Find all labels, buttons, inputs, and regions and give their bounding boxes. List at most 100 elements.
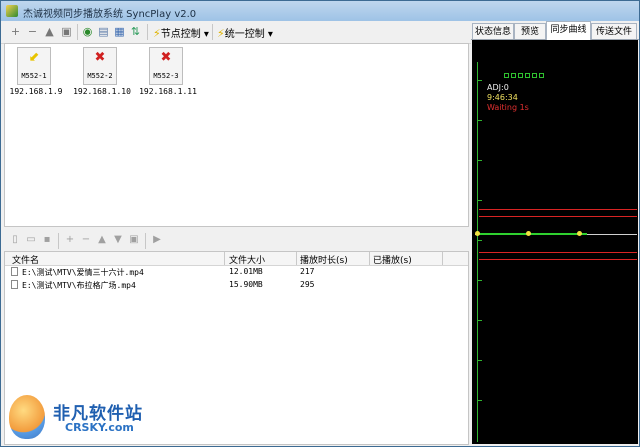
status-readout: Waiting 1s xyxy=(487,103,529,112)
save-icon[interactable]: ▪ xyxy=(41,234,53,246)
node-item[interactable]: ✖ M552-2 192.168.1.10 xyxy=(67,47,137,97)
toolbar-separator xyxy=(77,24,78,40)
status-led-icon xyxy=(525,73,530,78)
time-readout: 9:46:34 xyxy=(487,93,518,102)
node-name: M552-3 xyxy=(153,72,179,80)
lightning-icon: ⚡ xyxy=(217,27,225,40)
adj-readout: ADJ:0 xyxy=(487,83,509,92)
tab-preview[interactable]: 预览 xyxy=(514,23,546,39)
lower-limit-line xyxy=(479,252,637,253)
sync-curve-line xyxy=(479,233,587,235)
column-header-played[interactable]: 已播放(s) xyxy=(373,253,412,266)
sync-point xyxy=(526,231,531,236)
play-arrow-icon: ⬋ xyxy=(28,50,40,65)
file-duration: 217 xyxy=(300,267,315,276)
table-header: 文件名 文件大小 播放时长(s) 已播放(s) xyxy=(5,252,468,266)
axis-tick xyxy=(477,360,482,361)
status-led-icon xyxy=(511,73,516,78)
document-icon xyxy=(11,267,18,276)
node-info-icon[interactable]: ▤ xyxy=(97,25,110,38)
toolbar-separator xyxy=(212,24,213,40)
file-size: 15.90MB xyxy=(229,280,263,289)
app-icon xyxy=(6,5,18,17)
move-down-icon[interactable]: ▼ xyxy=(112,234,124,246)
tab-sync-curve[interactable]: 同步曲线 xyxy=(546,21,591,40)
main-toolbar: + − ▲ ▣ ◉ ▤ ▦ ⇅ ⚡节点控制 ▾ ⚡统一控制 ▾ xyxy=(1,21,471,44)
toolbar-separator xyxy=(147,24,148,40)
column-divider[interactable] xyxy=(296,252,297,265)
file-name: E:\测试\MTV\布拉格广场.mp4 xyxy=(22,281,136,290)
column-header-size[interactable]: 文件大小 xyxy=(229,253,265,266)
status-led-icon xyxy=(504,73,509,78)
tab-status-info[interactable]: 状态信息 xyxy=(472,23,514,39)
sync-point xyxy=(475,231,480,236)
file-size: 12.01MB xyxy=(229,267,263,276)
remove-icon[interactable]: − xyxy=(26,25,39,38)
add-file-icon[interactable]: + xyxy=(64,234,76,246)
unified-control-menu[interactable]: ⚡统一控制 ▾ xyxy=(217,25,273,40)
table-row[interactable]: E:\测试\MTV\布拉格广场.mp4 15.90MB 295 xyxy=(5,279,468,291)
right-panel: 状态信息 预览 同步曲线 传送文件 ADJ:0 9:46:34 Waiting … xyxy=(471,21,639,446)
upper-limit-line xyxy=(479,216,637,217)
status-led-icon xyxy=(518,73,523,78)
tab-bar: 状态信息 预览 同步曲线 传送文件 xyxy=(471,21,639,40)
axis-tick xyxy=(477,280,482,281)
column-header-filename[interactable]: 文件名 xyxy=(12,253,39,266)
node-name: M552-2 xyxy=(87,72,113,80)
app-window: 杰诚视频同步播放系统 SyncPlay v2.0 + − ▲ ▣ ◉ ▤ ▦ ⇅… xyxy=(0,0,640,447)
toolbar-separator xyxy=(58,233,59,249)
column-divider[interactable] xyxy=(224,252,225,265)
move-up-icon[interactable]: ▲ xyxy=(96,234,108,246)
monitor-icon[interactable]: ▦ xyxy=(113,25,126,38)
node-item[interactable]: ⬋ M552-1 192.168.1.9 xyxy=(1,47,71,97)
node-device-icon: ⬋ M552-1 xyxy=(17,47,51,85)
play-icon[interactable]: ▶ xyxy=(151,234,163,246)
error-x-icon: ✖ xyxy=(160,50,172,65)
crsky-logo-icon xyxy=(9,395,45,439)
column-divider[interactable] xyxy=(369,252,370,265)
node-device-icon: ✖ M552-3 xyxy=(149,47,183,85)
column-header-duration[interactable]: 播放时长(s) xyxy=(300,253,348,266)
node-ip: 192.168.1.9 xyxy=(9,87,63,96)
lower-limit-line xyxy=(479,259,637,260)
axis-tick xyxy=(477,80,482,81)
node-control-menu[interactable]: ⚡节点控制 ▾ xyxy=(153,25,209,40)
lightning-icon: ⚡ xyxy=(153,27,161,40)
new-file-icon[interactable]: ▯ xyxy=(9,234,21,246)
add-icon[interactable]: + xyxy=(9,25,22,38)
status-led-icon xyxy=(532,73,537,78)
axis-tick xyxy=(477,200,482,201)
file-settings-icon[interactable]: ▣ xyxy=(128,234,140,246)
title-bar: 杰诚视频同步播放系统 SyncPlay v2.0 xyxy=(1,1,639,21)
window-title: 杰诚视频同步播放系统 SyncPlay v2.0 xyxy=(23,9,197,20)
node-item[interactable]: ✖ M552-3 192.168.1.11 xyxy=(133,47,203,97)
axis-tick xyxy=(477,320,482,321)
settings-box-icon[interactable]: ▣ xyxy=(60,25,73,38)
watermark-site: CRSKY.com xyxy=(65,421,134,434)
axis-tick xyxy=(477,120,482,121)
watermark: 非凡软件站 CRSKY.com xyxy=(9,393,209,443)
network-icon[interactable]: ⇅ xyxy=(129,25,142,38)
sync-curve-view: ADJ:0 9:46:34 Waiting 1s xyxy=(472,40,638,444)
axis-tick xyxy=(477,160,482,161)
upper-limit-line xyxy=(479,209,637,210)
file-name: E:\测试\MTV\爱情三十六计.mp4 xyxy=(22,268,144,277)
tab-transfer-file[interactable]: 传送文件 xyxy=(591,23,637,39)
error-x-icon: ✖ xyxy=(94,50,106,65)
axis-tick xyxy=(477,400,482,401)
node-list-panel: ⬋ M552-1 192.168.1.9 ✖ M552-2 192.168.1.… xyxy=(4,43,469,227)
file-duration: 295 xyxy=(300,280,315,289)
curve-axis xyxy=(477,62,478,442)
node-ip: 192.168.1.11 xyxy=(139,87,197,96)
column-divider[interactable] xyxy=(442,252,443,265)
status-led-icon xyxy=(539,73,544,78)
open-folder-icon[interactable]: ▭ xyxy=(25,234,37,246)
node-ip: 192.168.1.10 xyxy=(73,87,131,96)
remove-file-icon[interactable]: − xyxy=(80,234,92,246)
table-row[interactable]: E:\测试\MTV\爱情三十六计.mp4 12.01MB 217 xyxy=(5,266,468,278)
toolbar-separator xyxy=(145,233,146,249)
move-up-icon[interactable]: ▲ xyxy=(43,25,56,38)
file-toolbar: ▯ ▭ ▪ + − ▲ ▼ ▣ ▶ xyxy=(4,230,469,251)
globe-icon[interactable]: ◉ xyxy=(81,25,94,38)
sync-point xyxy=(577,231,582,236)
